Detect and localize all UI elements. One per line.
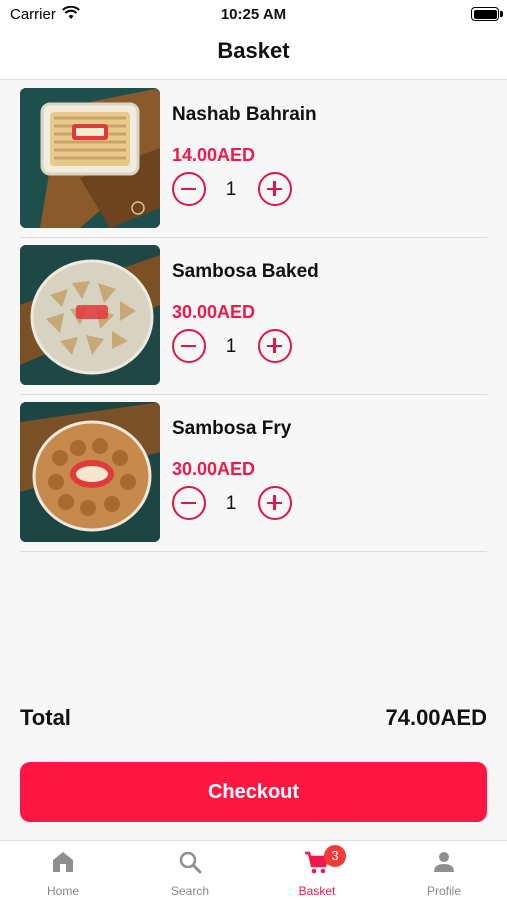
cart-badge: 3 bbox=[324, 845, 346, 867]
product-price: 14.00AED bbox=[172, 145, 256, 165]
tab-label: Home bbox=[46, 884, 79, 898]
product-image bbox=[20, 245, 160, 385]
battery-icon bbox=[471, 7, 499, 21]
decrease-quantity-button[interactable] bbox=[172, 329, 206, 363]
nav-bar: Basket bbox=[0, 28, 507, 80]
home-icon bbox=[53, 852, 73, 872]
tab-bar: Home Search 3 Basket Profile bbox=[0, 840, 507, 900]
tab-label: Basket bbox=[298, 884, 336, 898]
tab-profile[interactable]: Profile bbox=[381, 841, 507, 900]
total-value: 74.00AED bbox=[385, 705, 487, 730]
search-icon bbox=[179, 851, 202, 874]
tab-label: Profile bbox=[426, 884, 461, 898]
tab-basket[interactable]: 3 Basket bbox=[254, 841, 380, 900]
product-name: Sambosa Fry bbox=[172, 418, 292, 439]
increase-quantity-button[interactable] bbox=[258, 486, 292, 520]
basket-item: Sambosa Fry 30.00AED 1 bbox=[20, 394, 487, 552]
product-name: Nashab Bahrain bbox=[172, 104, 317, 125]
clock: 10:25 AM bbox=[220, 6, 287, 23]
increase-quantity-button[interactable] bbox=[258, 172, 292, 206]
quantity-value: 1 bbox=[225, 493, 237, 514]
product-name: Sambosa Baked bbox=[172, 261, 319, 282]
checkout-button[interactable]: Checkout bbox=[20, 762, 487, 822]
page-title: Basket bbox=[217, 38, 290, 63]
tab-home[interactable]: Home bbox=[0, 841, 126, 900]
basket-item: Sambosa Baked 30.00AED 1 bbox=[20, 237, 487, 395]
decrease-quantity-button[interactable] bbox=[172, 172, 206, 206]
product-image bbox=[20, 402, 160, 542]
status-bar: Carrier 10:25 AM bbox=[0, 0, 507, 28]
tab-label: Search bbox=[170, 884, 210, 898]
increase-quantity-button[interactable] bbox=[258, 329, 292, 363]
product-price: 30.00AED bbox=[172, 459, 256, 479]
tab-search[interactable]: Search bbox=[127, 841, 253, 900]
basket-item: Nashab Bahrain 14.00AED 1 bbox=[20, 80, 487, 238]
quantity-value: 1 bbox=[225, 179, 237, 200]
battery-cap bbox=[500, 11, 503, 17]
decrease-quantity-button[interactable] bbox=[172, 486, 206, 520]
product-image bbox=[20, 88, 160, 228]
total-label: Total bbox=[20, 705, 71, 730]
person-icon bbox=[434, 852, 454, 872]
quantity-value: 1 bbox=[225, 336, 237, 357]
product-price: 30.00AED bbox=[172, 302, 256, 322]
